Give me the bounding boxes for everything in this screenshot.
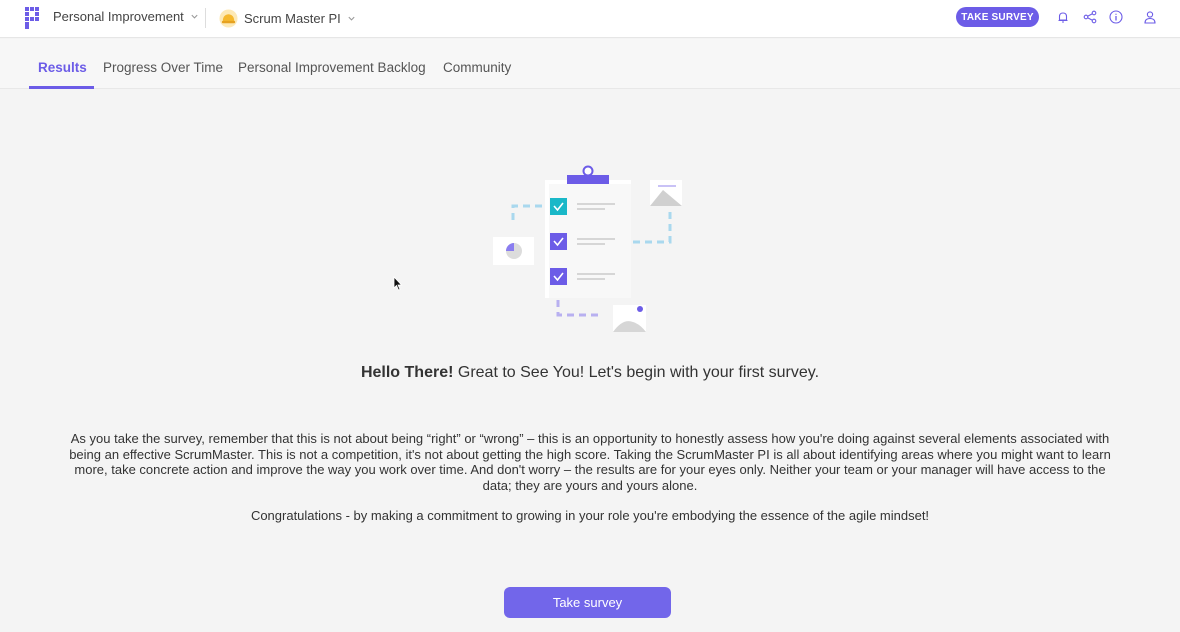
bell-icon[interactable]: [1056, 10, 1070, 24]
top-bar: Personal Improvement Scrum Master PI TAK…: [0, 0, 1180, 38]
logo-icon[interactable]: [25, 7, 39, 29]
greeting-text: Great to See You! Let's begin with your …: [453, 364, 820, 381]
hardhat-icon: [219, 9, 238, 28]
take-survey-button[interactable]: Take survey: [504, 587, 671, 618]
intro-paragraph: As you take the survey, remember that th…: [69, 431, 1111, 493]
tab-progress-over-time[interactable]: Progress Over Time: [103, 60, 223, 75]
product-label: Scrum Master PI: [244, 11, 341, 26]
user-icon[interactable]: [1143, 10, 1157, 24]
workspace-selector[interactable]: Personal Improvement: [53, 9, 199, 24]
tab-bar: Results Progress Over Time Personal Impr…: [0, 39, 1180, 89]
tab-personal-improvement-backlog[interactable]: Personal Improvement Backlog: [238, 60, 426, 75]
info-icon[interactable]: [1109, 10, 1123, 24]
take-survey-header-button[interactable]: TAKE SURVEY: [956, 7, 1039, 27]
tab-results[interactable]: Results: [38, 60, 87, 75]
mouse-pointer-icon: [393, 276, 403, 291]
active-tab-indicator: [29, 86, 94, 89]
tab-community[interactable]: Community: [443, 60, 511, 75]
clipboard-illustration: [493, 165, 682, 332]
workspace-label: Personal Improvement: [53, 9, 184, 24]
greeting-bold: Hello There!: [360, 364, 454, 381]
product-selector[interactable]: Scrum Master PI: [219, 9, 356, 28]
share-icon[interactable]: [1083, 10, 1097, 24]
congrats-text: Congratulations - by making a commitment…: [250, 508, 930, 523]
greeting-heading: Hello There! Great to See You! Let's beg…: [0, 364, 1180, 382]
chevron-down-icon: [348, 16, 355, 21]
header-divider: [205, 8, 206, 28]
chevron-down-icon: [191, 14, 198, 19]
